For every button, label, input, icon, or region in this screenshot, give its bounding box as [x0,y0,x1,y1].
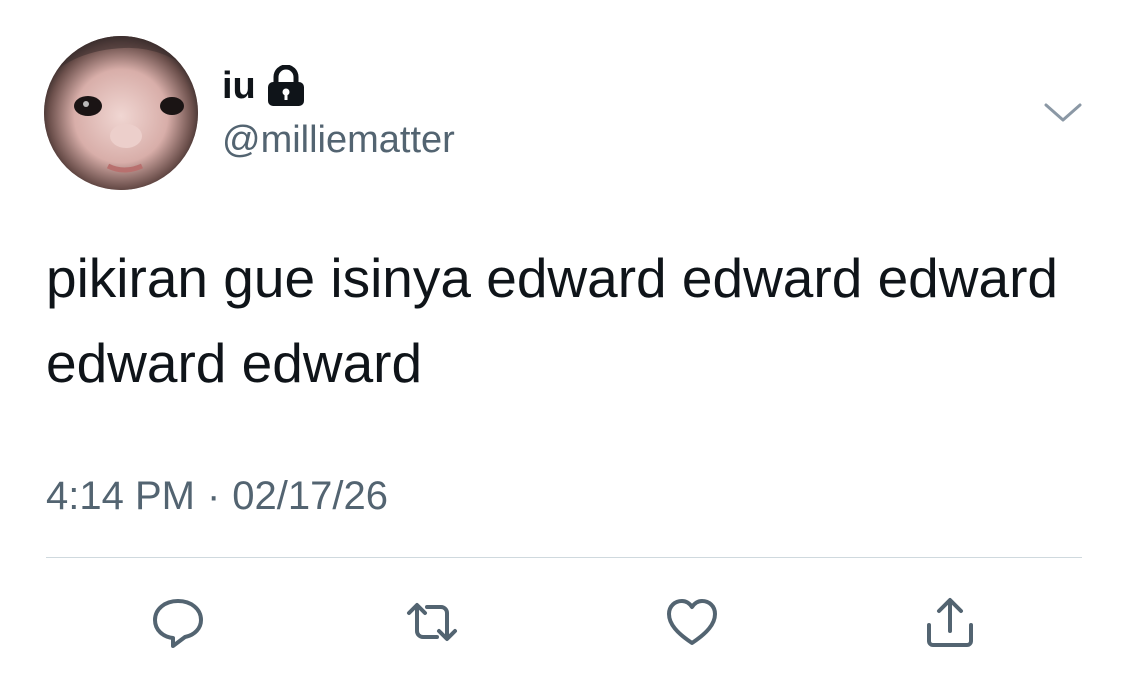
share-icon [927,598,973,647]
avatar[interactable] [44,36,198,190]
lock-icon [266,64,306,107]
chevron-down-icon[interactable] [1040,96,1086,130]
tweet-timestamp[interactable]: 4:14 PM · 02/17/26 [46,470,388,522]
retweet-button[interactable] [400,590,464,654]
avatar-photo [44,36,198,190]
retweet-icon [407,603,457,641]
reply-button[interactable] [146,590,210,654]
tweet-time: 4:14 PM [46,474,195,518]
tweet-text: pikiran gue isinya edward edward edward … [46,247,1058,394]
like-button[interactable] [660,590,724,654]
author-handle[interactable]: @milliematter [222,116,455,164]
tweet-date: 02/17/26 [232,474,388,518]
divider [46,557,1082,558]
meta-separator: · [206,474,221,518]
author-name-row: iu [222,62,306,110]
heart-icon [667,599,717,645]
display-name[interactable]: iu [222,62,256,110]
reply-icon [153,599,203,648]
share-button[interactable] [918,590,982,654]
action-bar [0,590,1125,660]
